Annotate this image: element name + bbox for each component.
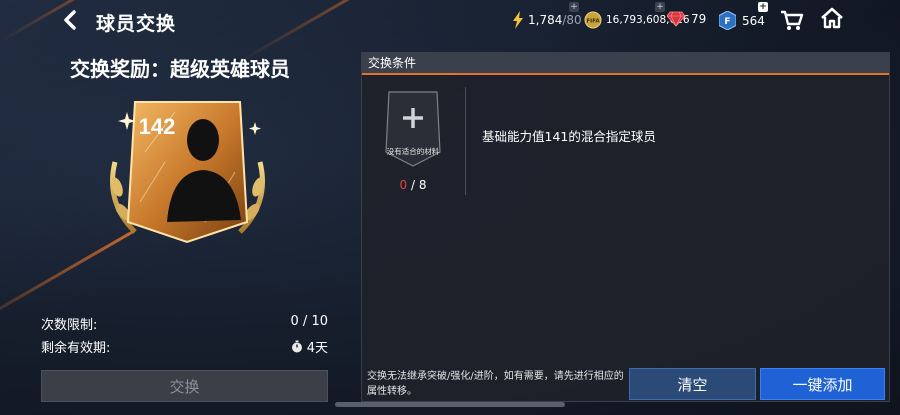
panel-header: 交换条件 [362,53,889,75]
add-coins-icon[interactable]: + [569,2,579,12]
fp-icon: F [719,11,736,30]
back-arrow-icon[interactable] [60,9,80,31]
energy-max: /80 [562,13,582,27]
validity-value-wrap: 4天 [291,337,328,356]
gem-value: 79 [691,12,707,26]
scrollbar[interactable] [335,402,565,407]
top-bar: 球员交换 1,784/80 FIFA 16,793,608,616 + 79 +… [0,0,900,42]
cart-icon[interactable] [780,8,804,32]
slot-empty-label: 没有适合的材料 [386,147,440,156]
slot-count-total: / 8 [407,178,427,192]
fp-badge: F [724,17,730,27]
exchange-button[interactable]: 交换 [41,370,328,402]
slot-count: 0 / 8 [385,178,441,192]
coin-icon: FIFA [584,11,602,29]
card-rating: 142 [139,114,176,139]
reward-title: 交换奖励：超级英雄球员 [70,57,290,81]
auto-add-button[interactable]: 一键添加 [760,368,885,400]
validity-row: 剩余有效期: 4天 [41,337,328,356]
energy-value: 1,784 [528,13,563,27]
count-limit-row: 次数限制: 0 / 10 [41,314,328,333]
add-gems-icon[interactable]: + [655,2,665,12]
condition-text: 基础能力值141的混合指定球员 [482,129,656,144]
count-limit-value: 0 / 10 [290,314,328,329]
slot-count-current: 0 [399,178,408,192]
coin-badge: FIFA [586,19,600,25]
home-icon[interactable] [820,6,844,30]
clear-button[interactable]: 清空 [629,368,756,400]
inheritance-note: 交换无法继承突破/强化/进阶，如有需要，请先进行相应的属性转移。 [367,371,624,397]
exchange-conditions-panel: 交换条件 没有适合的材料 0 / 8 基础能力值141的混合指定球员 交换无法继… [361,52,890,402]
gem-icon [667,11,685,27]
energy-counter[interactable]: 1,784/80 [512,11,582,29]
page-title: 球员交换 [96,13,177,35]
gem-counter[interactable]: 79 [667,11,706,27]
fp-value: 564 [742,13,765,28]
lightning-icon [513,11,523,29]
count-limit-label: 次数限制: [41,318,98,333]
add-fp-icon[interactable]: + [758,2,768,12]
stopwatch-icon [291,340,302,353]
divider [465,87,466,195]
fp-counter[interactable]: F 564 [719,11,765,30]
validity-label: 剩余有效期: [41,341,111,356]
reward-player-card[interactable]: 142 [105,92,270,252]
material-slot[interactable]: 没有适合的材料 [385,90,441,168]
validity-value: 4天 [306,341,328,356]
